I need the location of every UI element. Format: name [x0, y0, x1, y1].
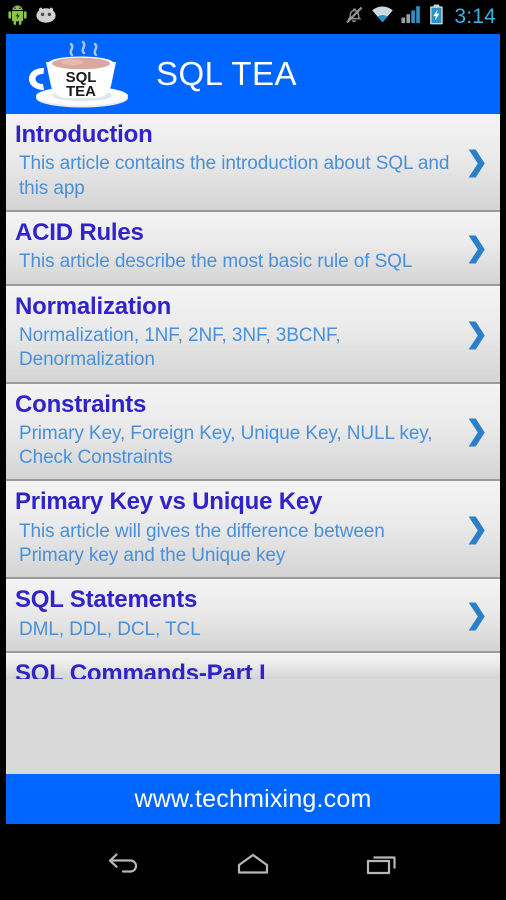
list-item[interactable]: Introduction This article contains the i…	[6, 114, 500, 212]
wifi-icon	[371, 5, 394, 29]
list-item-title: Introduction	[15, 121, 153, 148]
jellybean-face-icon	[35, 6, 57, 28]
status-bar-right-icons: 3:14	[344, 4, 496, 30]
list-item-title: SQL Statements	[15, 586, 198, 614]
list-item-title: ACID Rules	[15, 218, 144, 246]
list-item-subtitle: This article will gives the difference b…	[19, 520, 385, 567]
chevron-right-icon: ❯	[465, 513, 488, 544]
list-item-title: Primary Key vs Unique Key	[15, 488, 323, 516]
list-item-title: Constraints	[15, 390, 147, 418]
list-item-title: SQL Commands-Part I	[15, 660, 266, 679]
list-item[interactable]: SQL Commands-Part I	[6, 653, 500, 679]
chevron-right-icon: ❯	[465, 599, 488, 630]
list-item-subtitle: This article contains the introduction a…	[19, 153, 450, 199]
cellular-signal-icon	[401, 5, 422, 29]
app-header-bar: SQL TEA SQL TEA	[6, 34, 500, 114]
status-bar-clock: 3:14	[454, 5, 496, 28]
recents-button[interactable]	[359, 847, 405, 881]
list-item[interactable]: Primary Key vs Unique Key This article w…	[6, 481, 500, 580]
app-title: SQL TEA	[156, 55, 298, 92]
svg-text:TEA: TEA	[66, 83, 96, 100]
list-item-subtitle: This article describe the most basic rul…	[19, 251, 413, 273]
list-item-subtitle: Normalization, 1NF, 2NF, 3NF, 3BCNF, Den…	[19, 324, 341, 371]
list-item-subtitle: DML, DDL, DCL, TCL	[19, 618, 201, 640]
home-button[interactable]	[230, 847, 276, 881]
back-button[interactable]	[101, 847, 147, 881]
list-item[interactable]: SQL Statements DML, DDL, DCL, TCL ❯	[6, 579, 500, 653]
status-bar-left-icons	[8, 4, 57, 30]
system-navigation-bar	[0, 828, 506, 900]
article-list[interactable]: Introduction This article contains the i…	[6, 114, 500, 774]
chevron-right-icon: ❯	[465, 415, 488, 446]
list-item[interactable]: Normalization Normalization, 1NF, 2NF, 3…	[6, 285, 500, 384]
battery-charging-icon	[429, 4, 444, 30]
status-bar: 3:14	[0, 0, 506, 34]
list-item[interactable]: Constraints Primary Key, Foreign Key, Un…	[6, 383, 500, 482]
footer-banner-url: www.techmixing.com	[134, 784, 372, 813]
mute-bell-icon	[344, 5, 364, 30]
list-item-title: Normalization	[15, 292, 172, 320]
android-robot-icon	[8, 4, 27, 30]
android-device-screen: 3:14 SQL TEA SQL TEA Introduction This a…	[0, 0, 506, 900]
footer-banner[interactable]: www.techmixing.com	[6, 774, 500, 824]
sql-tea-cup-logo: SQL TEA	[12, 38, 142, 110]
chevron-right-icon: ❯	[465, 318, 488, 349]
list-item[interactable]: ACID Rules This article describe the mos…	[6, 211, 500, 286]
chevron-right-icon: ❯	[465, 232, 488, 263]
list-item-subtitle: Primary Key, Foreign Key, Unique Key, NU…	[19, 422, 433, 469]
chevron-right-icon: ❯	[465, 146, 488, 177]
